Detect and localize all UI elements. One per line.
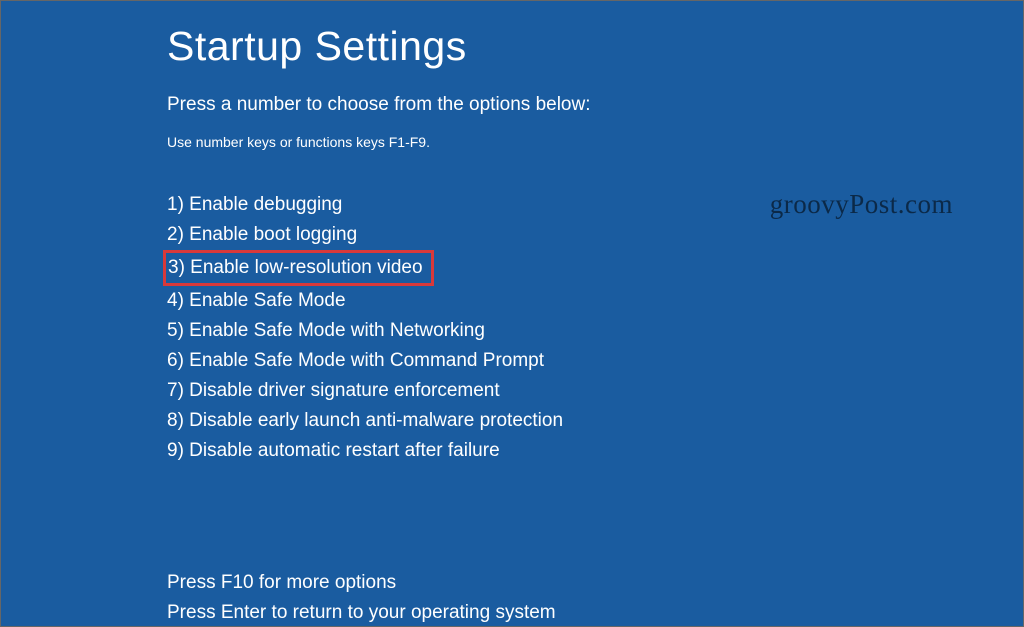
watermark: groovyPost.com [770, 189, 953, 220]
option-8[interactable]: 8) Disable early launch anti-malware pro… [167, 406, 563, 436]
more-options-text: Press F10 for more options [167, 568, 1023, 597]
option-6[interactable]: 6) Enable Safe Mode with Command Prompt [167, 346, 544, 376]
highlight-box: 3) Enable low-resolution video [163, 250, 434, 286]
option-9[interactable]: 9) Disable automatic restart after failu… [167, 436, 500, 466]
option-3[interactable]: 3) Enable low-resolution video [168, 253, 423, 283]
option-5[interactable]: 5) Enable Safe Mode with Networking [167, 316, 485, 346]
page-title: Startup Settings [167, 23, 1023, 70]
option-2[interactable]: 2) Enable boot logging [167, 220, 357, 250]
option-4[interactable]: 4) Enable Safe Mode [167, 286, 346, 316]
hint-text: Use number keys or functions keys F1-F9. [167, 134, 1023, 150]
option-7[interactable]: 7) Disable driver signature enforcement [167, 376, 500, 406]
instruction-text: Press a number to choose from the option… [167, 94, 1023, 116]
option-1[interactable]: 1) Enable debugging [167, 190, 342, 220]
return-text: Press Enter to return to your operating … [167, 598, 1023, 627]
options-list: 1) Enable debugging 2) Enable boot loggi… [167, 190, 1023, 466]
